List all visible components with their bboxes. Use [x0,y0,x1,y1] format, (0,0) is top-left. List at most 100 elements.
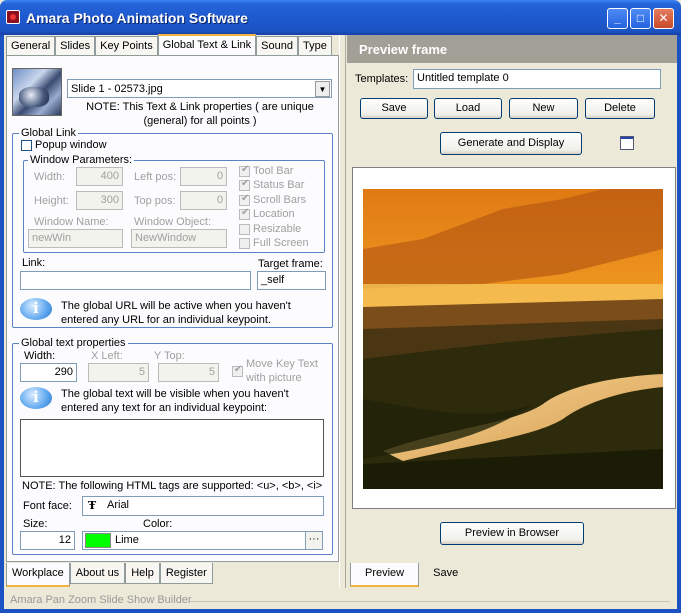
info-icon [20,387,54,415]
target-frame-input[interactable]: _self [257,271,326,290]
templates-label: Templates: [355,73,409,85]
global-url-info-line1: The global URL will be active when you h… [61,300,291,312]
panel-splitter[interactable] [339,35,346,588]
color-picker-button[interactable]: ··· [305,531,323,550]
toolbar-label: Tool Bar [253,165,294,177]
tab-slides[interactable]: Slides [55,36,96,55]
preview-in-browser-button[interactable]: Preview in Browser [440,522,584,545]
window-parameters-label: Window Parameters: [28,154,135,166]
tab-register[interactable]: Register [159,563,213,584]
global-link-label: Global Link [19,127,79,139]
load-template-button[interactable]: Load [434,98,502,119]
move-key-text-label-line2: with picture [246,372,302,384]
font-face-select[interactable]: Arial [82,496,324,516]
tab-help[interactable]: Help [125,563,160,584]
note-top-line1: NOTE: This Text & Link properties ( are … [86,101,314,113]
size-input[interactable]: 12 [20,531,75,550]
top-pos-input[interactable]: 0 [180,191,227,210]
app-icon [6,10,20,24]
left-pos-label: Left pos: [134,171,177,183]
y-top-label: Y Top: [154,350,185,362]
left-tab-strip: General Slides Key Points Global Text & … [6,34,332,55]
chevron-down-icon[interactable]: ▼ [315,81,330,97]
tab-workplace[interactable]: Workplace [6,563,70,587]
tab-key-points[interactable]: Key Points [95,36,158,55]
minimize-button[interactable]: _ [607,8,628,29]
popup-window-checkbox[interactable] [21,140,32,151]
landscape-image [363,189,663,489]
text-width-input[interactable]: 290 [20,363,77,382]
tab-preview[interactable]: Preview [350,563,420,587]
truetype-font-icon: Ŧ [88,499,97,512]
slide-select[interactable]: Slide 1 - 02573.jpg ▼ [67,79,332,98]
save-template-button[interactable]: Save [360,98,428,119]
close-button[interactable]: ✕ [653,8,674,29]
global-text-label: Global text properties [19,337,128,349]
text-width-label: Width: [24,350,56,362]
popup-window-label: Popup window [35,139,107,151]
toolbar-checkbox[interactable] [239,164,250,177]
window-name-label: Window Name: [34,216,109,228]
bottom-right-tab-strip: Preview Save [350,563,472,587]
preview-photo [363,189,663,489]
status-bar-text: Amara Pan Zoom Slide Show Builder [10,594,192,606]
link-input[interactable] [20,271,251,290]
x-left-input[interactable]: 5 [88,363,149,382]
location-label: Location [253,208,295,220]
font-face-label: Font face: [23,500,72,512]
title-bar: Amara Photo Animation Software _ □ ✕ [0,0,681,35]
global-text-info-line2: entered any text for an individual keypo… [61,402,268,414]
top-pos-label: Top pos: [134,195,176,207]
tab-about-us[interactable]: About us [69,563,126,584]
global-url-info-line2: entered any URL for an individual keypoi… [61,314,271,326]
x-left-label: X Left: [91,350,123,362]
left-pos-input[interactable]: 0 [180,167,227,186]
move-key-text-checkbox[interactable] [232,364,243,377]
width-input[interactable]: 400 [76,167,123,186]
slide-thumbnail [12,68,62,116]
resizable-checkbox[interactable] [239,224,250,235]
preview-frame-header: Preview frame [347,35,677,63]
window-name-input[interactable]: newWin [28,229,123,248]
size-label: Size: [23,518,48,530]
target-frame-label: Target frame: [258,258,323,270]
global-text-area[interactable] [20,419,324,477]
global-text-info-line1: The global text will be visible when you… [61,388,289,400]
tab-sound[interactable]: Sound [256,36,298,55]
statusbar-checkbox[interactable] [239,178,250,191]
move-key-text-label-line1: Move Key Text [246,358,318,370]
window-object-input[interactable]: NewWindow [131,229,227,248]
color-swatch [85,533,111,548]
tab-global-text-link[interactable]: Global Text & Link [157,34,257,55]
generate-display-button[interactable]: Generate and Display [440,132,582,155]
height-label: Height: [34,195,69,207]
window-object-label: Window Object: [134,216,212,228]
info-icon [20,298,54,326]
resizable-label: Resizable [253,223,302,235]
y-top-input[interactable]: 5 [158,363,219,382]
color-select[interactable]: Lime [82,531,306,550]
bottom-left-tab-strip: Workplace About us Help Register [6,563,213,587]
statusbar-label: Status Bar [253,179,305,191]
slide-select-value: Slide 1 - 02573.jpg [71,83,163,95]
width-label: Width: [34,171,66,183]
window-frame-right [677,35,681,613]
templates-select[interactable]: Untitled template 0 [413,69,661,89]
height-input[interactable]: 300 [76,191,123,210]
tab-save[interactable]: Save [419,563,472,584]
maximize-button[interactable]: □ [630,8,651,29]
new-template-button[interactable]: New [509,98,578,119]
window-frame-bottom [0,609,681,613]
tab-general[interactable]: General [6,36,56,55]
status-divider [190,601,670,602]
scrollbars-checkbox[interactable] [239,193,250,206]
location-checkbox[interactable] [239,207,250,220]
fullscreen-checkbox[interactable] [239,238,250,249]
window-frame-left [0,35,4,613]
scrollbars-label: Scroll Bars [253,194,307,206]
tab-type[interactable]: Type [297,36,332,55]
window-title: Amara Photo Animation Software [26,10,248,26]
window-icon[interactable] [620,136,634,150]
color-label: Color: [143,518,173,530]
delete-template-button[interactable]: Delete [585,98,655,119]
